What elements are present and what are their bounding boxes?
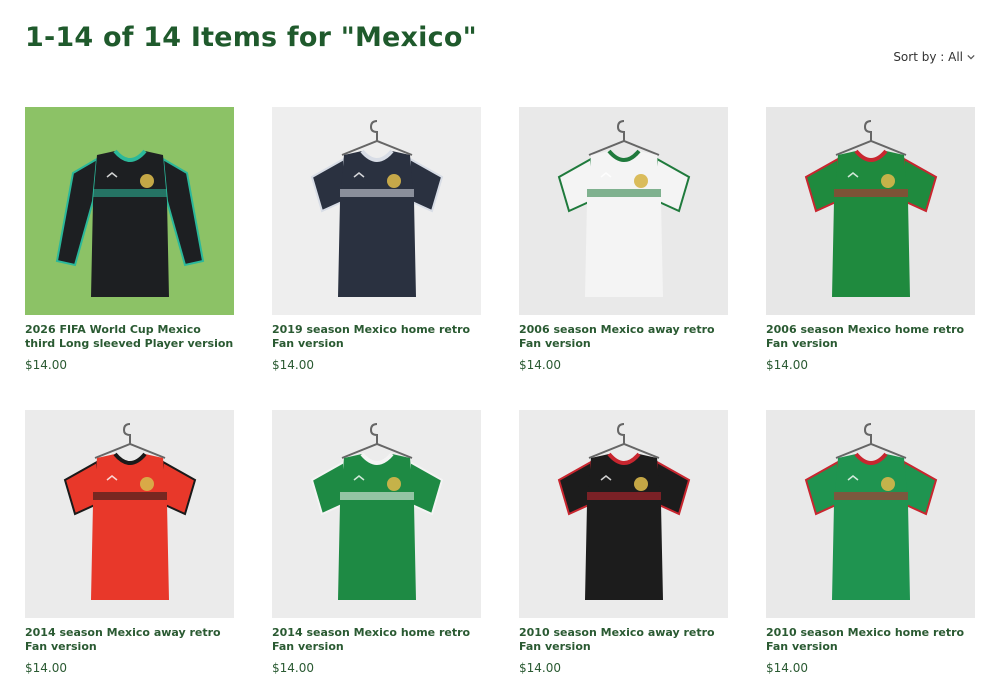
product-name[interactable]: 2006 season Mexico away retro Fan versio… [519,323,728,351]
product-image[interactable] [25,410,234,618]
product-name[interactable]: 2014 season Mexico home retro Fan versio… [272,626,481,654]
product-card[interactable]: 2019 season Mexico home retro Fan versio… [272,107,481,372]
product-price: $14.00 [272,358,314,372]
product-name[interactable]: 2006 season Mexico home retro Fan versio… [766,323,975,351]
jersey-graphic [557,120,690,297]
jersey-graphic [557,423,690,600]
product-image[interactable] [519,410,728,618]
product-image[interactable] [766,410,975,618]
product-price: $14.00 [25,358,67,372]
product-card[interactable]: 2010 season Mexico away retro Fan versio… [519,410,728,675]
product-card[interactable]: 2014 season Mexico away retro Fan versio… [25,410,234,675]
chevron-down-icon [967,54,975,60]
product-grid: 2026 FIFA World Cup Mexico third Long sl… [25,107,975,675]
product-price: $14.00 [25,661,67,675]
product-image[interactable] [25,107,234,315]
product-image[interactable] [272,107,481,315]
product-card[interactable]: 2014 season Mexico home retro Fan versio… [272,410,481,675]
sort-label: Sort by : All [893,50,963,64]
product-image[interactable] [519,107,728,315]
page-title: 1-14 of 14 Items for "Mexico" [25,22,477,53]
jersey-graphic [310,423,443,600]
product-price: $14.00 [519,661,561,675]
product-price: $14.00 [766,358,808,372]
jersey-graphic [804,423,937,600]
jersey-graphic [55,149,204,297]
product-name[interactable]: 2010 season Mexico home retro Fan versio… [766,626,975,654]
product-name[interactable]: 2019 season Mexico home retro Fan versio… [272,323,481,351]
product-card[interactable]: 2006 season Mexico away retro Fan versio… [519,107,728,372]
product-name[interactable]: 2010 season Mexico away retro Fan versio… [519,626,728,654]
product-card[interactable]: 2010 season Mexico home retro Fan versio… [766,410,975,675]
product-image[interactable] [766,107,975,315]
product-price: $14.00 [766,661,808,675]
product-name[interactable]: 2014 season Mexico away retro Fan versio… [25,626,234,654]
jersey-graphic [63,423,196,600]
product-price: $14.00 [519,358,561,372]
product-card[interactable]: 2026 FIFA World Cup Mexico third Long sl… [25,107,234,372]
product-name[interactable]: 2026 FIFA World Cup Mexico third Long sl… [25,323,234,351]
sort-dropdown[interactable]: Sort by : All [893,50,975,64]
product-price: $14.00 [272,661,314,675]
product-card[interactable]: 2006 season Mexico home retro Fan versio… [766,107,975,372]
jersey-graphic [804,120,937,297]
jersey-graphic [310,120,443,297]
product-image[interactable] [272,410,481,618]
